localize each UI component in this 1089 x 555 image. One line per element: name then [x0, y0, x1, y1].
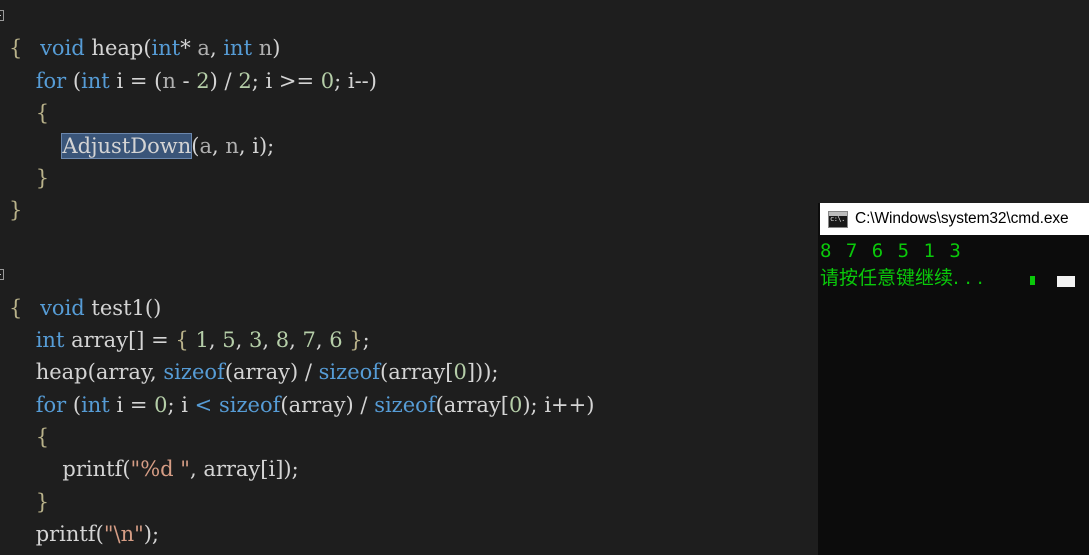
console-title-bar[interactable]: C:\Windows\system32\cmd.exe: [820, 203, 1089, 235]
code-line[interactable]: AdjustDown(a, n, i);: [0, 130, 1089, 162]
token-string-literal: "%d ": [130, 457, 190, 482]
token-string-literal: "\n": [103, 522, 144, 547]
console-output-line: 请按任意键继续. . .: [820, 267, 984, 289]
console-output-line: 8 7 6 5 1 3: [820, 240, 963, 262]
fold-toggle-icon[interactable]: [0, 10, 4, 21]
console-output-area[interactable]: 8 7 6 5 1 3 请按任意键继续. . .: [818, 235, 1089, 555]
screen-root: void heap(int* a, int n) { for (int i = …: [0, 0, 1089, 555]
console-cursor: [1057, 276, 1075, 287]
console-stray-pixel: [1030, 276, 1035, 285]
selected-token[interactable]: AdjustDown: [61, 132, 193, 159]
cmd-console-icon: [828, 210, 848, 228]
code-line[interactable]: {: [0, 97, 1089, 129]
fold-toggle-icon[interactable]: [0, 269, 4, 281]
cmd-console-window[interactable]: C:\Windows\system32\cmd.exe 8 7 6 5 1 3 …: [818, 203, 1089, 555]
console-title-label: C:\Windows\system32\cmd.exe: [855, 210, 1069, 227]
code-line[interactable]: {: [0, 32, 1089, 64]
code-line[interactable]: for (int i = (n - 2) / 2; i >= 0; i--): [0, 65, 1089, 97]
code-line[interactable]: void heap(int* a, int n): [0, 0, 1089, 60]
code-line[interactable]: }: [0, 162, 1089, 194]
